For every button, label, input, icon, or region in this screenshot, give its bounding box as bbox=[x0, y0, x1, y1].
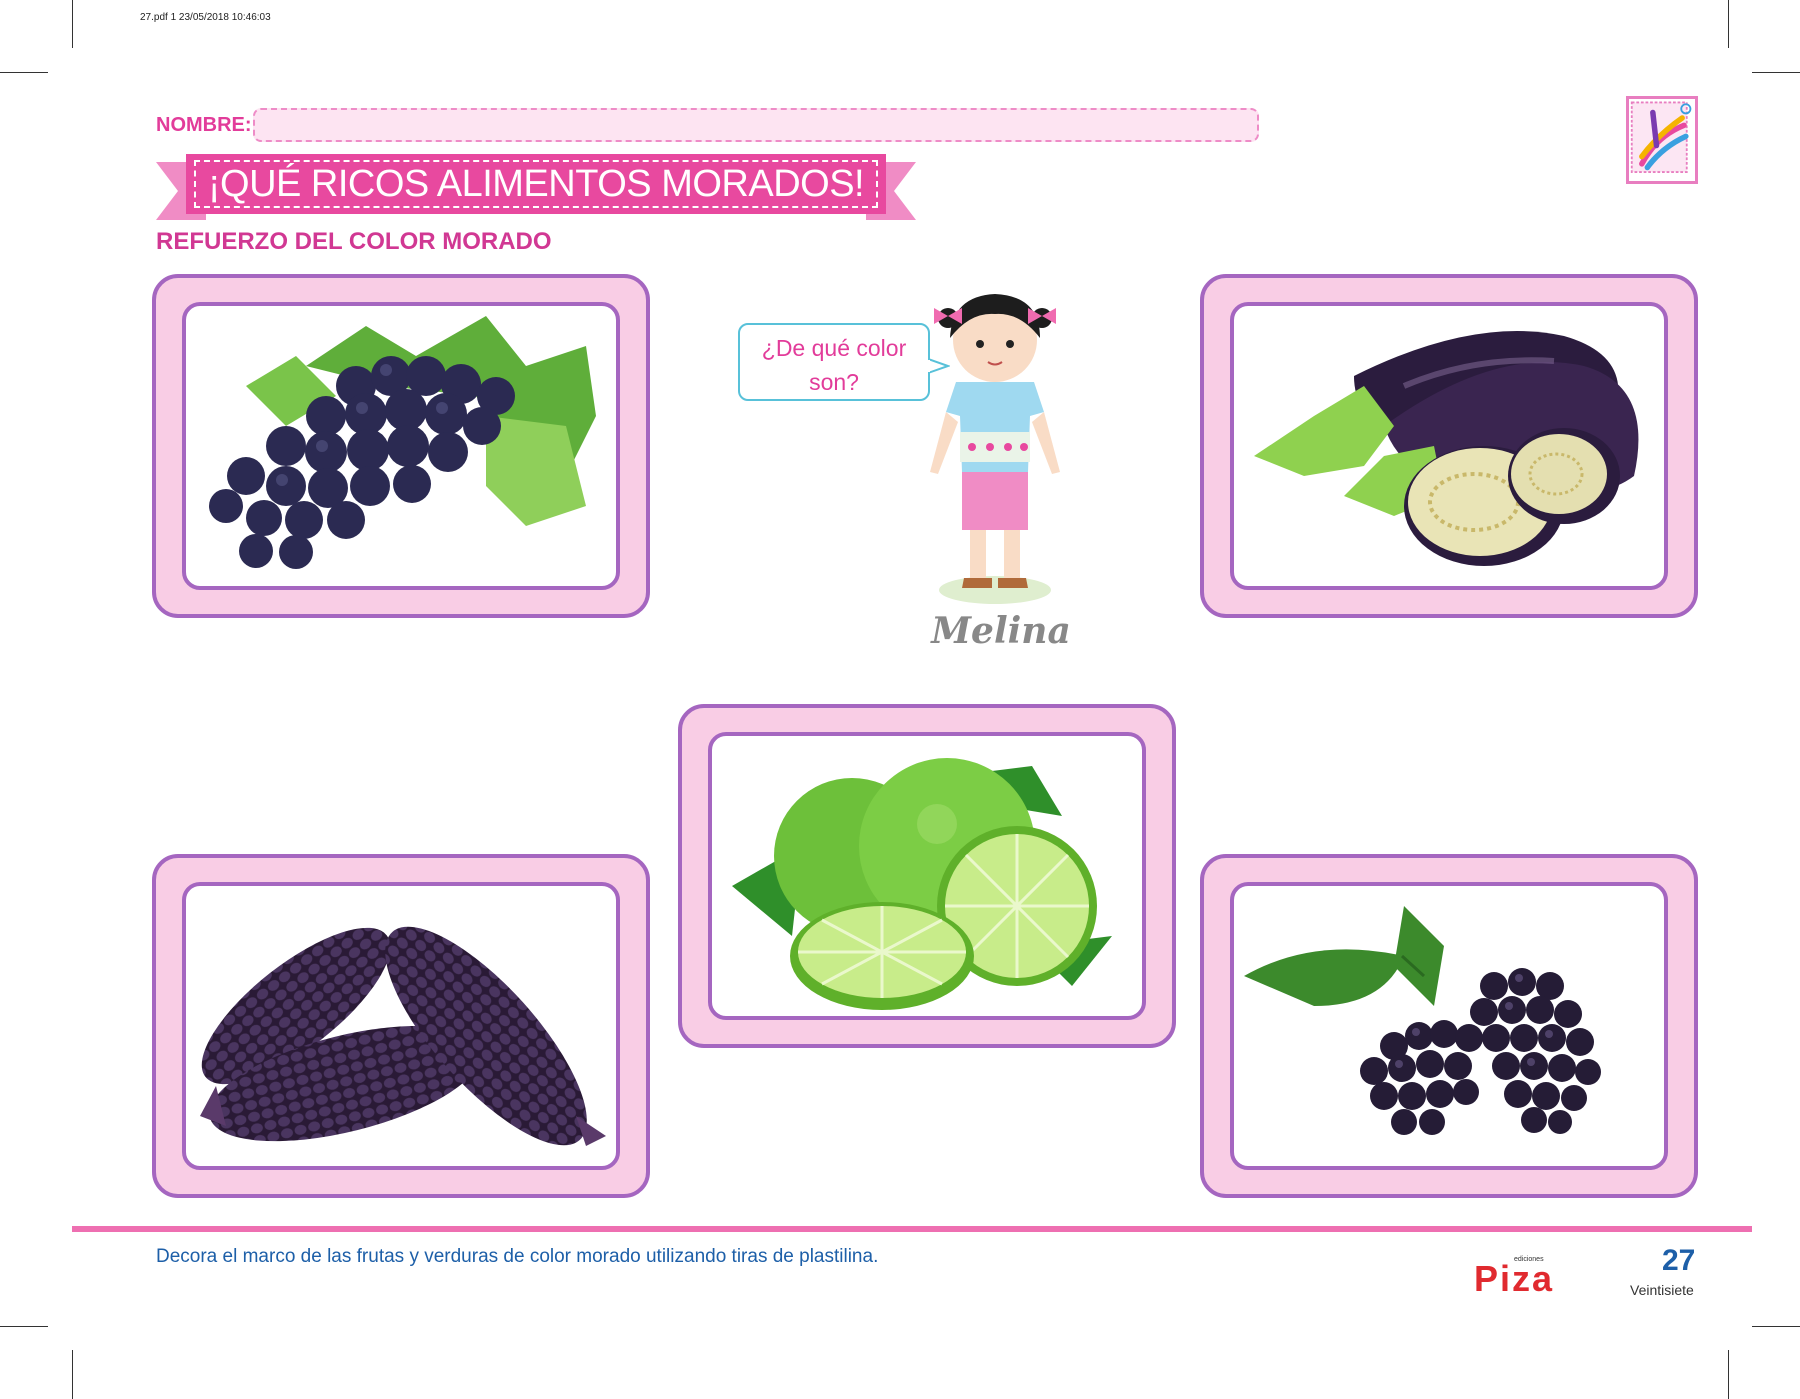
page-number-word: Veintisiete bbox=[1630, 1282, 1694, 1298]
crop-mark bbox=[72, 1350, 73, 1399]
instruction-text: Decora el marco de las frutas y verduras… bbox=[156, 1246, 879, 1267]
crop-mark bbox=[1728, 0, 1729, 48]
crop-mark bbox=[72, 0, 73, 48]
name-label: NOMBRE: bbox=[156, 114, 252, 136]
lime-icon bbox=[732, 758, 1112, 1010]
eggplant-icon bbox=[1254, 331, 1639, 566]
card-frame bbox=[182, 882, 620, 1170]
card-frame bbox=[1230, 882, 1668, 1170]
crop-mark bbox=[0, 72, 48, 73]
crop-mark bbox=[1728, 1350, 1729, 1399]
purple-corn-icon bbox=[200, 926, 606, 1146]
name-field[interactable] bbox=[253, 108, 1259, 142]
card-frame bbox=[708, 732, 1146, 1020]
crayon-logo-icon bbox=[1626, 96, 1698, 184]
girl-illustration bbox=[900, 282, 1090, 612]
page-subtitle: REFUERZO DEL COLOR MORADO bbox=[156, 228, 552, 255]
card-frame bbox=[1230, 302, 1668, 590]
title-ribbon: ¡QUÉ RICOS ALIMENTOS MORADOS! bbox=[156, 152, 916, 222]
food-card-purple-corn[interactable] bbox=[152, 854, 650, 1198]
crop-mark bbox=[1752, 1326, 1800, 1327]
character-name: Melina bbox=[931, 610, 1071, 652]
page-number: 27 bbox=[1662, 1244, 1696, 1277]
blackberry-icon bbox=[1244, 906, 1601, 1135]
card-frame bbox=[182, 302, 620, 590]
food-card-lime[interactable] bbox=[678, 704, 1176, 1048]
crop-mark bbox=[1752, 72, 1800, 73]
brand-logo: Piza bbox=[1474, 1258, 1555, 1299]
print-info: 27.pdf 1 23/05/2018 10:46:03 bbox=[140, 12, 271, 23]
footer-divider bbox=[72, 1226, 1752, 1232]
page-title: ¡QUÉ RICOS ALIMENTOS MORADOS! bbox=[207, 163, 865, 205]
food-card-eggplant[interactable] bbox=[1200, 274, 1698, 618]
grapes-icon bbox=[209, 316, 596, 569]
food-card-blackberry[interactable] bbox=[1200, 854, 1698, 1198]
food-card-grapes[interactable] bbox=[152, 274, 650, 618]
crop-mark bbox=[0, 1326, 48, 1327]
